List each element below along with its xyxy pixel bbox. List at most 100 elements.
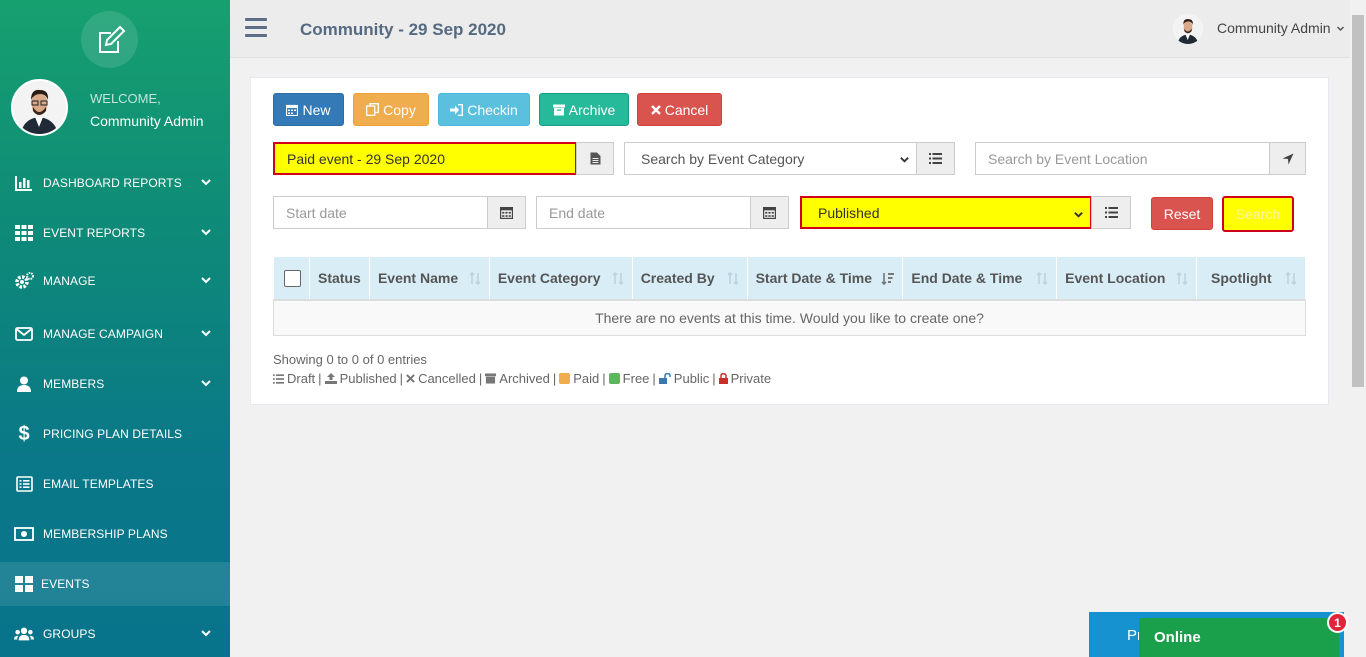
close-icon — [406, 374, 415, 383]
legend-private: Private — [730, 371, 772, 386]
gears-icon — [14, 271, 34, 291]
chevron-down-icon — [201, 380, 211, 387]
search-button[interactable]: Search — [1222, 196, 1294, 232]
legend-separator: | — [318, 371, 322, 386]
chevron-down-icon — [201, 330, 211, 337]
column-header-spotlight[interactable]: Spotlight — [1196, 257, 1306, 301]
select-all-checkbox[interactable] — [283, 269, 301, 287]
close-icon — [650, 104, 661, 115]
sidebar-item-manage[interactable]: MANAGE — [0, 259, 230, 303]
menu-toggle-icon[interactable] — [245, 18, 267, 38]
archive-button-label: Archive — [568, 101, 616, 118]
bar-chart-icon — [14, 173, 34, 193]
column-header-event-location[interactable]: Event Location — [1056, 257, 1197, 301]
new-button[interactable]: New — [273, 93, 344, 126]
calendar-icon — [286, 104, 299, 116]
new-button-label: New — [302, 101, 331, 118]
column-label: Spotlight — [1211, 270, 1272, 286]
envelope-icon — [14, 324, 34, 344]
grid-icon — [14, 223, 34, 243]
sidebar-item-label: EVENTS — [41, 577, 90, 591]
lock-icon — [718, 373, 728, 384]
column-header-event-category[interactable]: Event Category — [489, 257, 633, 301]
chevron-down-icon — [1074, 212, 1083, 218]
search-button-label: Search — [1235, 206, 1281, 222]
start-date-addon[interactable] — [487, 196, 526, 229]
sidebar-user-name: Community Admin — [90, 113, 204, 129]
chevron-down-icon — [900, 157, 909, 163]
reset-button[interactable]: Reset — [1151, 197, 1213, 230]
start-date-input[interactable]: Start date — [273, 196, 489, 229]
sidebar-item-label: DASHBOARD REPORTS — [43, 176, 182, 190]
archive-button[interactable]: Archive — [539, 93, 629, 126]
sort-icon — [612, 272, 624, 285]
start-date-placeholder: Start date — [286, 204, 347, 221]
sidebar-item-email-templates[interactable]: EMAIL TEMPLATES — [0, 462, 230, 506]
legend-separator: | — [399, 371, 404, 386]
select-all-header — [273, 257, 310, 301]
sidebar-item-members[interactable]: MEMBERS — [0, 362, 230, 406]
column-label: Status — [317, 270, 361, 286]
column-header-end-date-time[interactable]: End Date & Time — [902, 257, 1058, 301]
column-label: Event Category — [497, 270, 601, 286]
sidebar-item-label: MANAGE — [43, 274, 96, 288]
column-header-start-date-time[interactable]: Start Date & Time — [747, 257, 904, 301]
event-location-input[interactable]: Search by Event Location — [975, 142, 1271, 175]
copy-icon — [366, 103, 380, 116]
column-label: Start Date & Time — [755, 270, 873, 286]
app-logo[interactable] — [81, 11, 138, 68]
legend-public: Public — [673, 371, 710, 386]
avatar[interactable] — [11, 79, 68, 136]
chevron-down-icon — [1337, 26, 1345, 32]
chevron-down-icon — [201, 277, 211, 284]
reset-button-label: Reset — [1163, 205, 1201, 222]
event-name-addon[interactable] — [576, 142, 614, 175]
calendar-icon — [500, 206, 513, 219]
page-scrollbar[interactable] — [1350, 0, 1366, 657]
sidebar-item-events[interactable]: EVENTS — [0, 562, 230, 606]
column-header-event-name[interactable]: Event Name — [369, 257, 490, 301]
upload-icon — [324, 373, 337, 384]
legend-separator: | — [552, 371, 557, 386]
status-select[interactable]: Published — [800, 196, 1092, 229]
sidebar-item-groups[interactable]: GROUPS — [0, 612, 230, 656]
sidebar-item-dashboard-reports[interactable]: DASHBOARD REPORTS — [0, 161, 230, 205]
sidebar-item-pricing-plan-details[interactable]: $ PRICING PLAN DETAILS — [0, 412, 230, 456]
cancel-button[interactable]: Cancel — [637, 93, 722, 126]
column-header-status[interactable]: Status — [309, 257, 370, 301]
status-list-addon[interactable] — [1091, 196, 1131, 229]
column-header-created-by[interactable]: Created By — [632, 257, 748, 301]
sidebar-item-membership-plans[interactable]: MEMBERSHIP PLANS — [0, 512, 230, 556]
chevron-down-icon — [201, 179, 211, 186]
event-location-placeholder: Search by Event Location — [988, 150, 1148, 167]
column-label: End Date & Time — [911, 270, 1023, 286]
end-date-input[interactable]: End date — [536, 196, 752, 229]
empty-table-message: There are no events at this time. Would … — [273, 299, 1306, 336]
end-date-addon[interactable] — [750, 196, 789, 229]
user-menu[interactable]: Community Admin — [1217, 20, 1345, 36]
list-alt-icon — [14, 474, 34, 494]
copy-button[interactable]: Copy — [353, 93, 429, 126]
entries-info: Showing 0 to 0 of 0 entries — [273, 352, 427, 367]
chevron-down-icon — [201, 229, 211, 236]
status-value: Published — [818, 204, 880, 221]
category-list-addon[interactable] — [916, 142, 955, 175]
scrollbar-thumb[interactable] — [1352, 15, 1364, 387]
sidebar-item-label: PRICING PLAN DETAILS — [43, 427, 183, 441]
location-arrow-icon — [1282, 153, 1293, 164]
legend-archived: Archived — [499, 371, 550, 386]
sort-desc-icon — [881, 273, 895, 285]
welcome-label: WELCOME, — [90, 91, 161, 106]
online-chat-button[interactable]: Online — [1139, 618, 1339, 657]
sidebar-item-event-reports[interactable]: EVENT REPORTS — [0, 211, 230, 255]
event-name-input[interactable]: Paid event - 29 Sep 2020 — [273, 142, 577, 175]
checkin-button-label: Checkin — [467, 101, 518, 118]
cancel-button-label: Cancel — [664, 101, 709, 118]
checkin-button[interactable]: Checkin — [438, 93, 530, 126]
sort-icon — [727, 272, 739, 285]
avatar[interactable] — [1173, 14, 1203, 44]
event-category-select[interactable]: Search by Event Category — [624, 142, 917, 175]
chevron-down-icon — [201, 630, 211, 637]
sidebar-item-manage-campaign[interactable]: MANAGE CAMPAIGN — [0, 312, 230, 356]
location-addon[interactable] — [1269, 142, 1306, 175]
